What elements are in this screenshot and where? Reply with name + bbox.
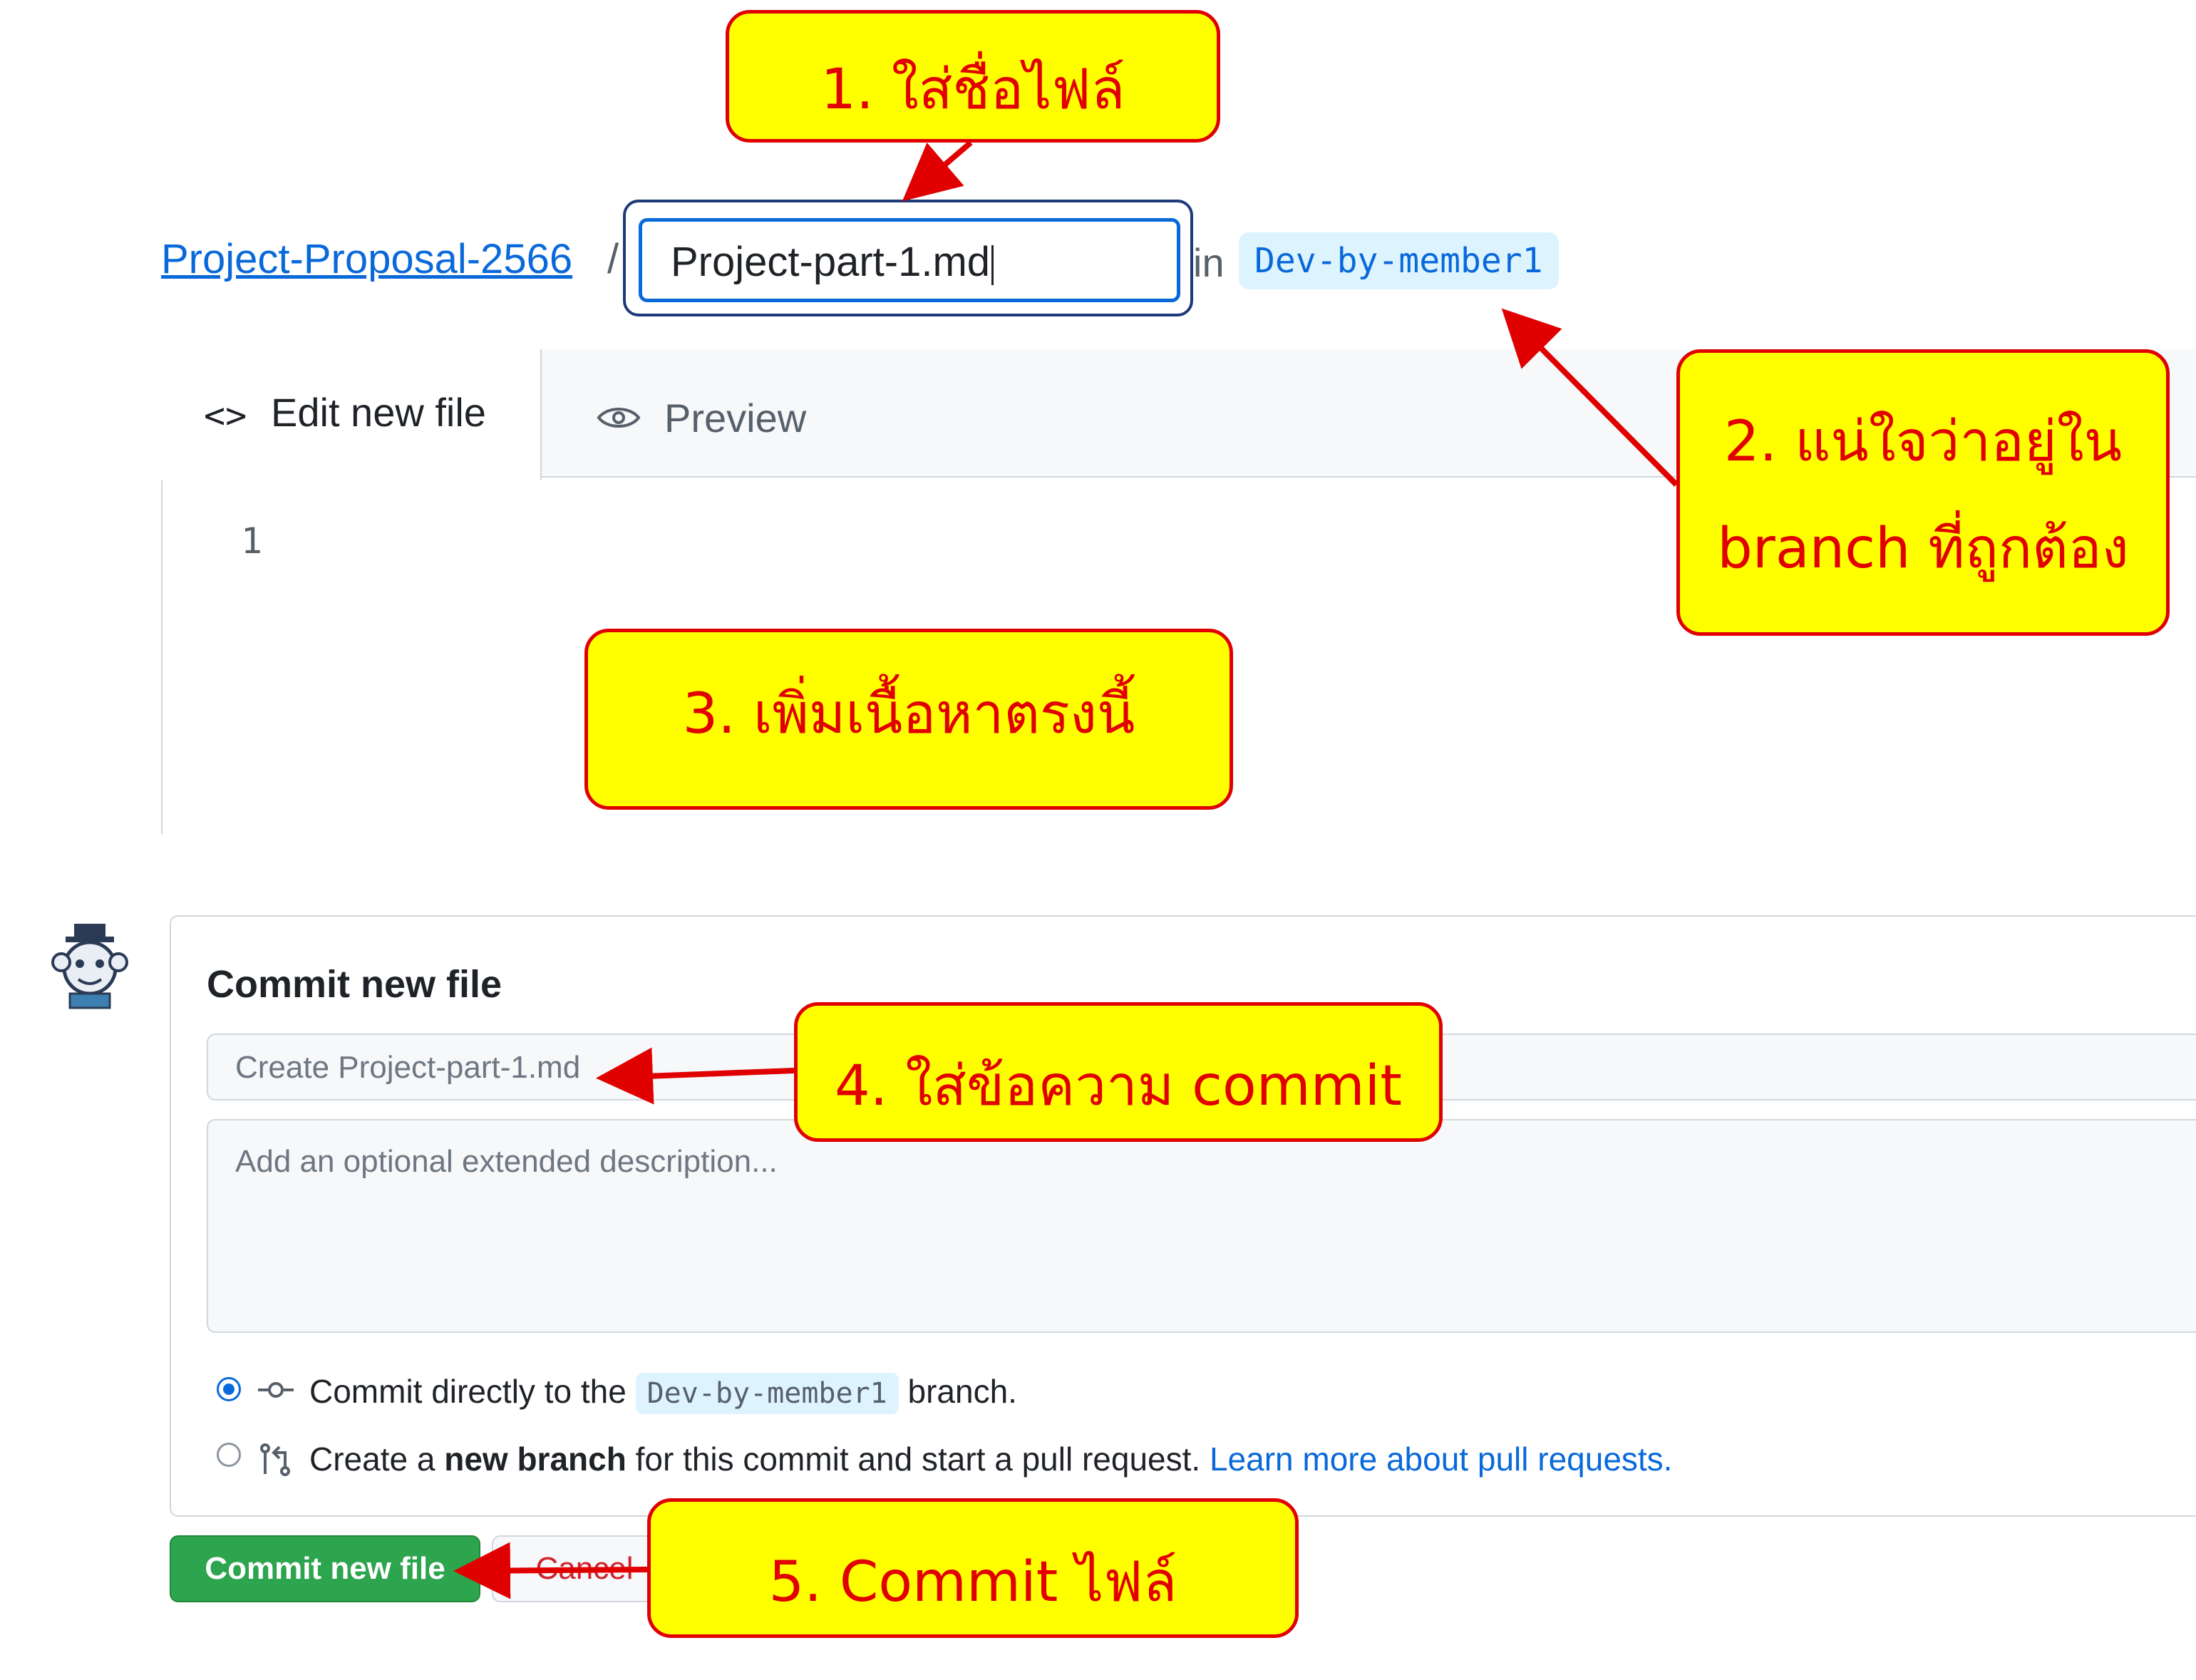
- option-commit-directly-text: Commit directly to the Dev-by-member1 br…: [309, 1372, 1017, 1414]
- in-label: in: [1193, 240, 1225, 285]
- option-new-suffix: for this commit and start a pull request…: [635, 1441, 1201, 1478]
- option-new-branch-text: Create a new branch for this commit and …: [309, 1440, 1672, 1478]
- callout-step-2-line-2: branch ที่ถูกต้อง: [1717, 517, 2129, 581]
- option-new-bold: new branch: [444, 1441, 627, 1478]
- radio-new-branch[interactable]: [217, 1443, 241, 1467]
- tab-edit-new-file[interactable]: <> Edit new file: [161, 349, 542, 480]
- filename-input[interactable]: Project-part-1.md: [639, 218, 1180, 302]
- learn-more-link[interactable]: Learn more about pull requests.: [1210, 1441, 1673, 1478]
- branch-chip: Dev-by-member1: [1239, 232, 1559, 289]
- commit-icon: [257, 1376, 295, 1408]
- tab-preview[interactable]: Preview: [584, 382, 870, 446]
- option-direct-prefix: Commit directly to the: [309, 1373, 627, 1410]
- commit-description-placeholder: Add an optional extended description...: [235, 1144, 778, 1179]
- eye-icon: [596, 403, 641, 436]
- repo-link[interactable]: Project-Proposal-2566: [161, 235, 572, 283]
- filename-value: Project-part-1.md: [671, 239, 991, 285]
- callout-step-2-line-1: 2. แน่ใจว่าอยู่ใน: [1723, 410, 2123, 474]
- pull-request-icon: [258, 1443, 294, 1480]
- callout-step-4: 4. ใส่ข้อความ commit: [794, 1002, 1443, 1142]
- commit-description-textarea[interactable]: Add an optional extended description...: [207, 1119, 2196, 1333]
- radio-commit-directly[interactable]: [217, 1377, 241, 1401]
- avatar[interactable]: [40, 919, 140, 1019]
- commit-new-file-button[interactable]: Commit new file: [170, 1535, 480, 1602]
- callout-step-5: 5. Commit ไฟล์: [647, 1498, 1299, 1638]
- code-icon: <>: [204, 395, 247, 436]
- text-caret: [991, 244, 994, 285]
- breadcrumb-separator: /: [607, 236, 619, 282]
- line-number: 1: [241, 520, 263, 562]
- callout-step-2: 2. แน่ใจว่าอยู่ใน branch ที่ถูกต้อง: [1676, 349, 2170, 636]
- option-direct-branch-chip: Dev-by-member1: [635, 1373, 899, 1414]
- option-direct-suffix: branch.: [907, 1373, 1017, 1410]
- tab-edit-label: Edit new file: [271, 390, 486, 435]
- option-new-prefix: Create a: [309, 1441, 435, 1478]
- commit-title: Commit new file: [207, 963, 502, 1006]
- tab-preview-label: Preview: [664, 396, 807, 440]
- callout-step-3: 3. เพิ่มเนื้อหาตรงนี้: [584, 629, 1233, 810]
- callout-step-1: 1. ใส่ชื่อไฟล์: [726, 10, 1220, 143]
- commit-message-placeholder: Create Project-part-1.md: [235, 1050, 581, 1085]
